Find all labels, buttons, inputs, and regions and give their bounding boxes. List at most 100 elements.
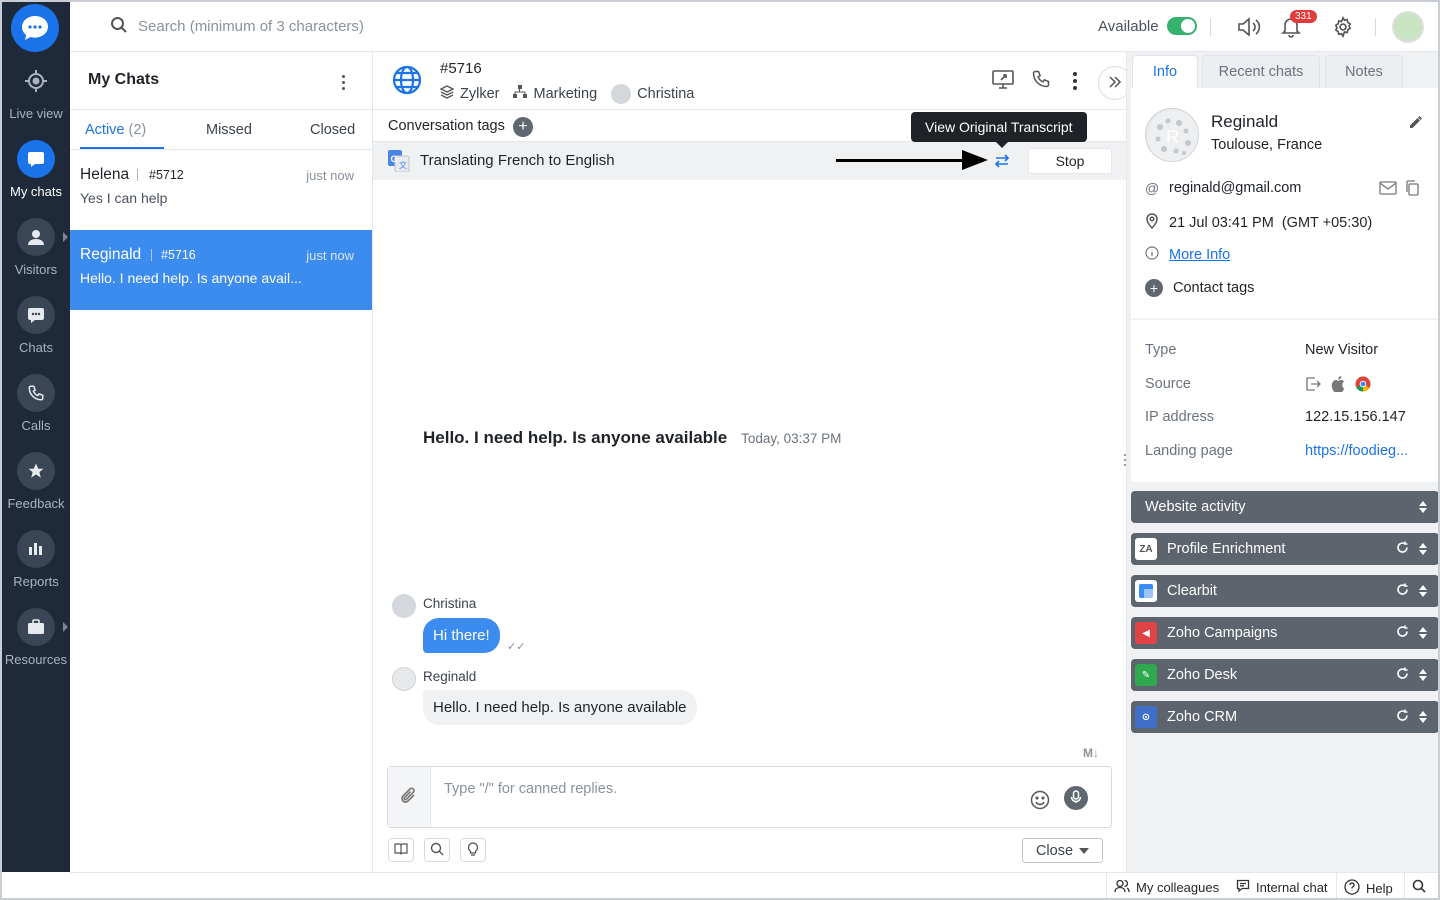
knowledge-base-button[interactable] <box>388 838 414 862</box>
suggestions-button[interactable] <box>460 838 486 862</box>
edit-pencil-icon[interactable] <box>1409 115 1423 132</box>
refresh-icon[interactable] <box>1396 541 1409 558</box>
resize-handle[interactable] <box>1123 447 1127 473</box>
expand-collapse-icon[interactable] <box>1419 627 1427 639</box>
refresh-icon[interactable] <box>1396 625 1409 642</box>
refresh-icon[interactable] <box>1396 667 1409 684</box>
widget-label: Website activity <box>1145 499 1246 515</box>
message-input[interactable] <box>444 781 1004 811</box>
tab-closed[interactable]: Closed <box>310 122 355 138</box>
svg-text:G: G <box>391 154 398 164</box>
expand-collapse-icon[interactable] <box>1419 711 1427 723</box>
megaphone-icon: ◀ <box>1135 622 1157 644</box>
left-nav-footer <box>2 872 70 898</box>
agent-message-bubble: Hi there! <box>423 618 500 653</box>
double-chevron-right-icon <box>1108 75 1122 91</box>
microphone-icon <box>1070 789 1082 807</box>
widget-profile-enrichment[interactable]: ZA Profile Enrichment <box>1131 533 1438 565</box>
widget-label: Zoho Desk <box>1167 667 1238 683</box>
nav-item-resources[interactable]: Resources <box>2 608 70 686</box>
nav-item-live-view[interactable]: Live view <box>2 62 70 140</box>
phone-call-icon[interactable] <box>1031 69 1051 92</box>
send-email-icon[interactable] <box>1379 181 1397 198</box>
close-chat-button[interactable]: Close <box>1022 838 1103 863</box>
attachment-button[interactable] <box>388 767 431 827</box>
landing-page-link[interactable]: https://foodieg... <box>1305 443 1408 459</box>
at-sign-icon: @ <box>1145 180 1160 196</box>
widget-zoho-campaigns[interactable]: ◀ Zoho Campaigns <box>1131 617 1438 649</box>
stop-translation-button[interactable]: Stop <box>1028 148 1112 174</box>
divider <box>1106 873 1107 898</box>
visitor-info-panel: Info Recent chats Notes R Reginald Toulo… <box>1123 52 1438 872</box>
availability-toggle[interactable] <box>1167 17 1197 35</box>
refresh-icon[interactable] <box>1396 583 1409 600</box>
widget-zoho-crm[interactable]: ⊙ Zoho CRM <box>1131 701 1438 733</box>
nav-item-feedback[interactable]: Feedback <box>2 452 70 530</box>
globe-icon <box>391 64 423 99</box>
nav-item-calls[interactable]: Calls <box>2 374 70 452</box>
chat-list-item[interactable]: Helena #5712 just now Yes I can help <box>70 150 372 230</box>
translation-bar: G文 Translating French to English Stop <box>373 142 1126 180</box>
tab-missed[interactable]: Missed <box>206 122 252 138</box>
more-options-icon[interactable] <box>342 75 346 90</box>
internal-chat-button[interactable]: Internal chat <box>1236 879 1328 896</box>
emoji-icon[interactable] <box>1030 790 1050 813</box>
search-replies-button[interactable] <box>424 838 450 862</box>
tab-notes[interactable]: Notes <box>1325 55 1403 88</box>
expand-caret-icon[interactable] <box>63 622 68 632</box>
profile-enrichment-icon: ZA <box>1135 538 1157 560</box>
crosshair-icon <box>17 62 55 100</box>
tab-active-label: Active <box>85 122 125 138</box>
system-message-text: Hello. I need help. Is anyone available <box>423 428 728 447</box>
nav-item-visitors[interactable]: Visitors <box>2 218 70 296</box>
help-button[interactable]: Help <box>1344 879 1393 898</box>
nav-item-my-chats[interactable]: My chats <box>2 140 70 218</box>
add-tag-button[interactable]: + <box>513 117 533 137</box>
visitor-name: Helena <box>80 166 130 183</box>
detail-key: IP address <box>1145 409 1215 425</box>
department-name: Marketing <box>533 86 598 102</box>
nav-item-reports[interactable]: Reports <box>2 530 70 608</box>
expand-collapse-icon[interactable] <box>1419 543 1427 555</box>
voice-record-button[interactable] <box>1064 786 1088 810</box>
expand-collapse-icon[interactable] <box>1419 669 1427 681</box>
chat-list-item-selected[interactable]: Reginald #5716 just now Hello. I need he… <box>70 230 372 310</box>
detail-key: Source <box>1145 376 1191 392</box>
colleagues-icon <box>1114 879 1130 896</box>
copy-icon[interactable] <box>1405 180 1419 199</box>
close-chat-label: Close <box>1035 842 1074 859</box>
org-chart-icon <box>513 85 528 103</box>
svg-text:R: R <box>1166 127 1179 147</box>
speaker-icon[interactable] <box>1236 14 1262 40</box>
read-ticks-icon: ✓✓ <box>507 641 526 653</box>
user-avatar[interactable] <box>1392 11 1424 43</box>
widget-clearbit[interactable]: Clearbit <box>1131 575 1438 607</box>
search-input[interactable] <box>138 18 438 35</box>
tab-info[interactable]: Info <box>1132 55 1198 88</box>
contact-tags-row: + Contact tags <box>1145 279 1254 297</box>
widget-zoho-desk[interactable]: ✎ Zoho Desk <box>1131 659 1438 691</box>
notification-badge: 331 <box>1290 10 1317 23</box>
expand-collapse-icon[interactable] <box>1419 585 1427 597</box>
tab-recent-chats[interactable]: Recent chats <box>1202 55 1320 88</box>
add-contact-tag-button[interactable]: + <box>1145 279 1163 297</box>
screen-share-icon[interactable] <box>992 69 1014 92</box>
expand-caret-icon[interactable] <box>63 232 68 242</box>
tab-active[interactable]: Active (2) <box>85 122 146 138</box>
google-translate-icon: G文 <box>388 150 410 173</box>
nav-item-chats[interactable]: Chats <box>2 296 70 374</box>
help-label: Help <box>1366 881 1393 896</box>
app-logo-icon[interactable] <box>11 4 59 52</box>
message-sender: Christina <box>423 596 477 611</box>
gear-icon[interactable] <box>1330 14 1356 40</box>
view-original-transcript-icon[interactable] <box>993 152 1011 173</box>
expand-collapse-icon[interactable] <box>1419 501 1427 513</box>
global-search-button[interactable] <box>1412 879 1426 896</box>
chat-more-options-icon[interactable] <box>1073 72 1077 90</box>
more-info-link[interactable]: More Info <box>1169 247 1230 263</box>
visitor-details: Type New Visitor Source IP address 122.1… <box>1131 320 1438 482</box>
refresh-icon[interactable] <box>1396 709 1409 726</box>
widget-website-activity[interactable]: Website activity <box>1131 491 1438 523</box>
markdown-badge[interactable]: M↓ <box>1083 746 1099 760</box>
my-colleagues-button[interactable]: My colleagues <box>1114 879 1219 896</box>
